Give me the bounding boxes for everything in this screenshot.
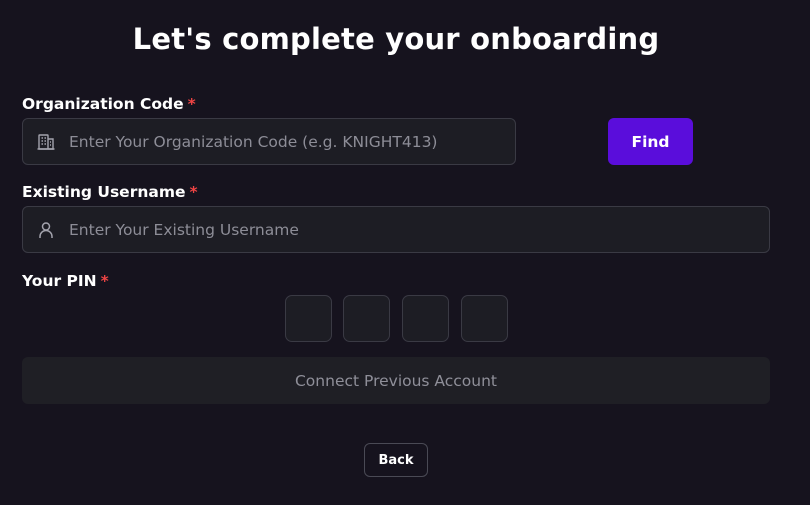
org-code-field[interactable] [22, 118, 516, 165]
find-button[interactable]: Find [608, 118, 693, 165]
org-code-label-text: Organization Code [22, 95, 184, 113]
pin-label-text: Your PIN [22, 272, 97, 290]
username-field[interactable] [22, 206, 770, 253]
org-code-input[interactable] [69, 119, 515, 164]
pin-digit-1[interactable] [285, 295, 332, 342]
pin-inputs [285, 295, 508, 342]
pin-digit-3[interactable] [402, 295, 449, 342]
username-input[interactable] [69, 207, 769, 252]
required-mark: * [189, 183, 198, 201]
back-button[interactable]: Back [364, 443, 428, 477]
org-code-label: Organization Code * [22, 95, 196, 113]
required-mark: * [187, 95, 196, 113]
connect-previous-account-button[interactable]: Connect Previous Account [22, 357, 770, 404]
onboarding-page: Let's complete your onboarding Organizat… [0, 0, 810, 505]
pin-digit-2[interactable] [343, 295, 390, 342]
required-mark: * [100, 272, 109, 290]
username-label-text: Existing Username [22, 183, 186, 201]
username-label: Existing Username * [22, 183, 198, 201]
page-title: Let's complete your onboarding [132, 22, 660, 56]
user-icon [23, 220, 69, 240]
building-icon [23, 132, 69, 152]
pin-label: Your PIN * [22, 272, 109, 290]
pin-digit-4[interactable] [461, 295, 508, 342]
